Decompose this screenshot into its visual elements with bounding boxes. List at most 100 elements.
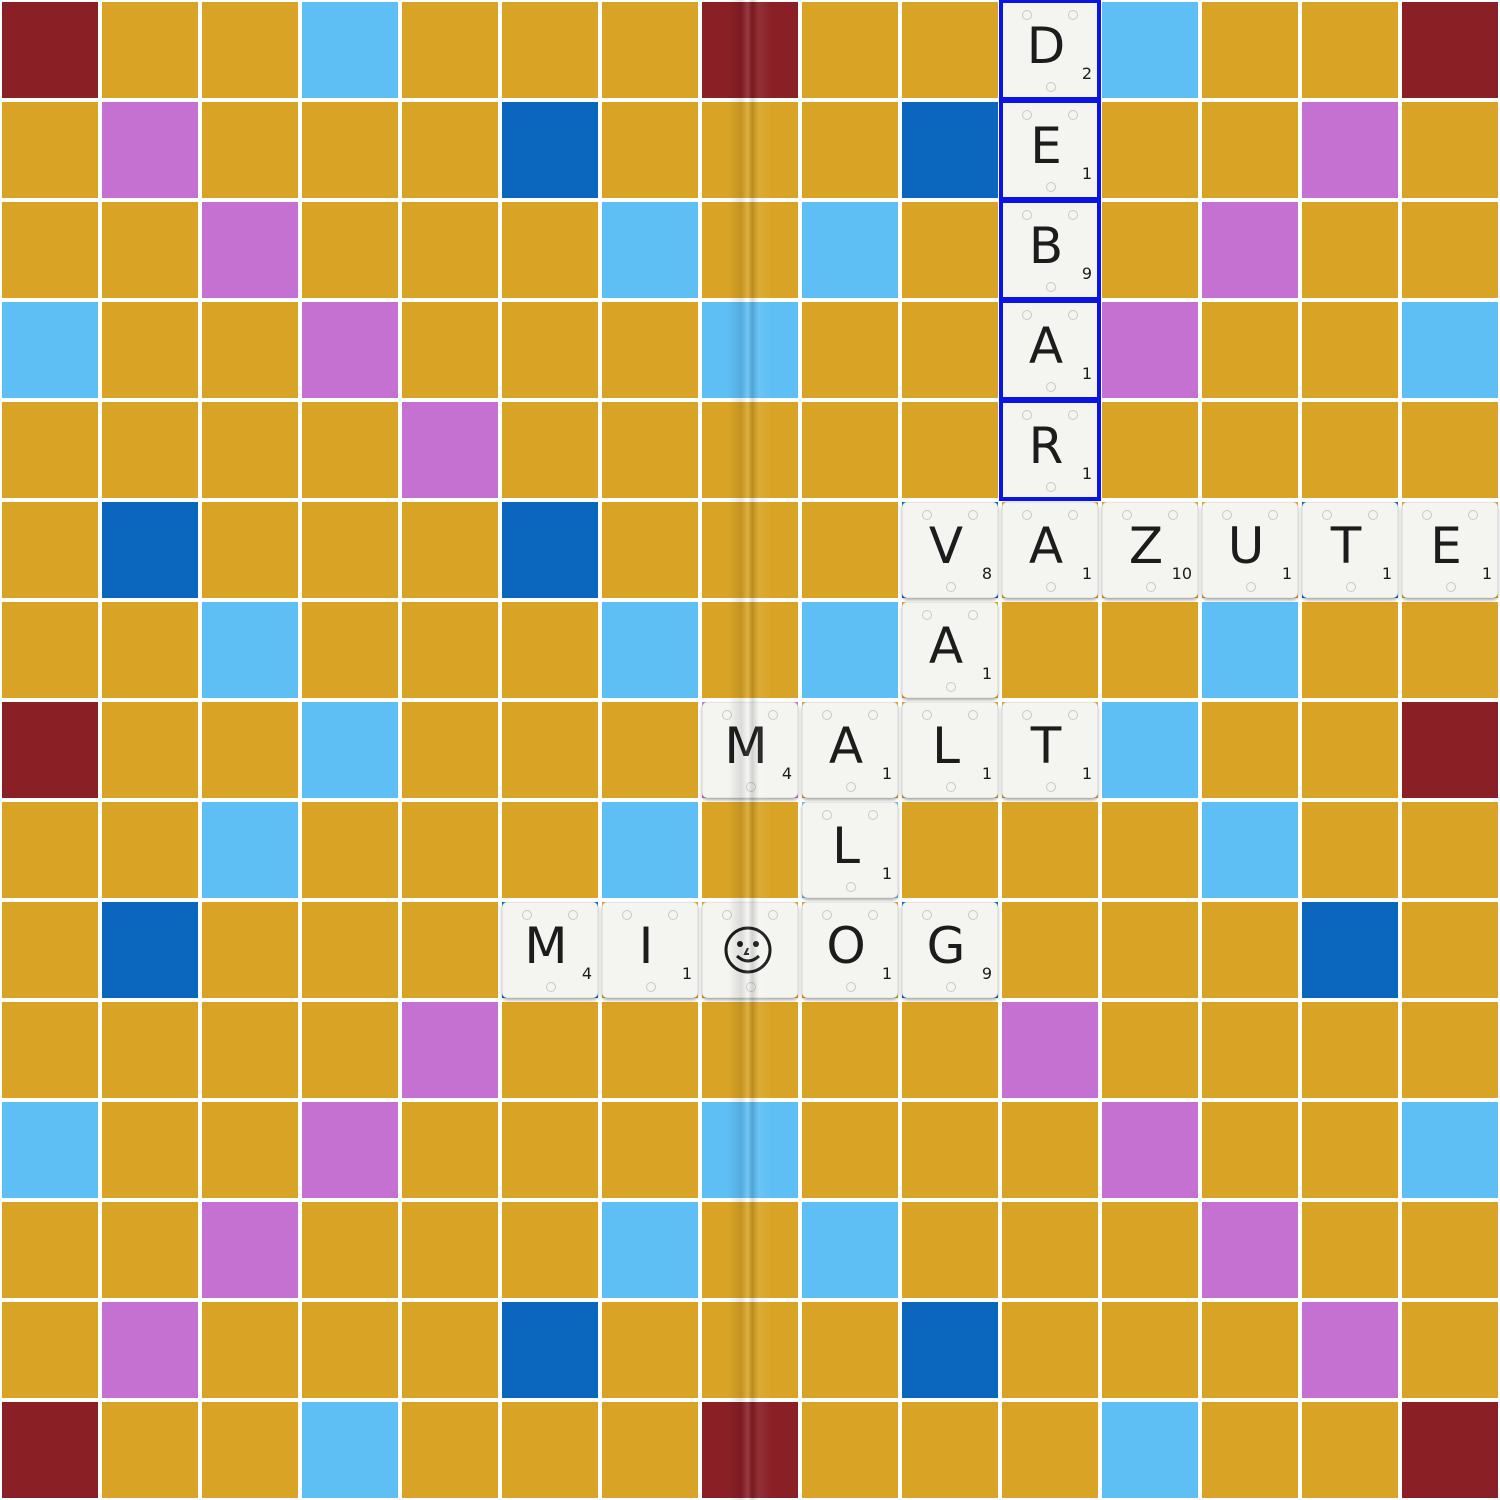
- board-square-normal[interactable]: [1202, 302, 1298, 398]
- board-square-normal[interactable]: [402, 602, 498, 698]
- board-square-dark-blue[interactable]: [502, 1302, 598, 1398]
- board-square-normal[interactable]: [2, 802, 98, 898]
- letter-tile[interactable]: A1: [999, 299, 1101, 401]
- board-square-normal[interactable]: [902, 1102, 998, 1198]
- board-square-normal[interactable]: [1202, 2, 1298, 98]
- board-square-normal[interactable]: [902, 802, 998, 898]
- board-square-normal[interactable]: [1402, 1302, 1498, 1398]
- board-square-normal[interactable]: [502, 702, 598, 798]
- board-square-normal[interactable]: [802, 1002, 898, 1098]
- board-square-normal[interactable]: [702, 802, 798, 898]
- board-square-red[interactable]: [2, 2, 98, 98]
- board-square-normal[interactable]: [1202, 402, 1298, 498]
- board-square-normal[interactable]: [1302, 1102, 1398, 1198]
- board-square-normal[interactable]: [1002, 1302, 1098, 1398]
- board-square-light-blue[interactable]: [602, 602, 698, 698]
- board-square-normal[interactable]: [602, 402, 698, 498]
- board-square-normal[interactable]: [102, 1002, 198, 1098]
- board-square-red[interactable]: [2, 702, 98, 798]
- board-square-normal[interactable]: [1002, 1402, 1098, 1498]
- letter-tile[interactable]: A1: [902, 602, 998, 698]
- board-square-dark-blue[interactable]: [902, 102, 998, 198]
- board-square-normal[interactable]: [302, 102, 398, 198]
- board-square-normal[interactable]: [102, 402, 198, 498]
- board-square-normal[interactable]: [402, 102, 498, 198]
- letter-tile[interactable]: E1: [1402, 502, 1498, 598]
- board-square-normal[interactable]: [702, 602, 798, 698]
- board-square-light-blue[interactable]: [1102, 702, 1198, 798]
- board-square-normal[interactable]: [402, 1302, 498, 1398]
- board-square-normal[interactable]: [2, 202, 98, 298]
- letter-tile[interactable]: B9: [999, 199, 1101, 301]
- board-square-normal[interactable]: [1202, 902, 1298, 998]
- board-square-normal[interactable]: [702, 202, 798, 298]
- board-square-normal[interactable]: [602, 2, 698, 98]
- board-square-normal[interactable]: [902, 302, 998, 398]
- board-square-normal[interactable]: [302, 502, 398, 598]
- board-square-pink[interactable]: [1102, 302, 1198, 398]
- board-square-normal[interactable]: [2, 1302, 98, 1398]
- board-square-pink[interactable]: [202, 202, 298, 298]
- letter-tile[interactable]: M4: [502, 902, 598, 998]
- board-square-light-blue[interactable]: [1402, 302, 1498, 398]
- board-square-red[interactable]: [1402, 2, 1498, 98]
- board-square-normal[interactable]: [402, 802, 498, 898]
- board-square-normal[interactable]: [402, 302, 498, 398]
- board-square-normal[interactable]: [302, 802, 398, 898]
- board-square-normal[interactable]: [2, 102, 98, 198]
- board-square-pink[interactable]: [1302, 102, 1398, 198]
- board-square-normal[interactable]: [502, 402, 598, 498]
- letter-tile[interactable]: G9: [902, 902, 998, 998]
- board-square-dark-blue[interactable]: [502, 102, 598, 198]
- board-square-normal[interactable]: [1202, 1102, 1298, 1198]
- board-square-light-blue[interactable]: [602, 202, 698, 298]
- board-square-normal[interactable]: [302, 402, 398, 498]
- board-square-normal[interactable]: [1002, 1102, 1098, 1198]
- board-square-normal[interactable]: [2, 902, 98, 998]
- board-square-normal[interactable]: [702, 1302, 798, 1398]
- board-square-normal[interactable]: [502, 1202, 598, 1298]
- board-square-normal[interactable]: [402, 502, 498, 598]
- board-square-normal[interactable]: [202, 702, 298, 798]
- board-square-normal[interactable]: [102, 802, 198, 898]
- board-square-normal[interactable]: [2, 502, 98, 598]
- board-square-normal[interactable]: [1102, 802, 1198, 898]
- letter-tile[interactable]: D2: [999, 0, 1101, 101]
- board-square-normal[interactable]: [502, 1002, 598, 1098]
- board-square-light-blue[interactable]: [802, 602, 898, 698]
- board-square-normal[interactable]: [602, 1402, 698, 1498]
- board-square-normal[interactable]: [802, 302, 898, 398]
- board-square-normal[interactable]: [302, 602, 398, 698]
- board-square-normal[interactable]: [1202, 1002, 1298, 1098]
- board-square-light-blue[interactable]: [702, 302, 798, 398]
- board-square-pink[interactable]: [402, 1002, 498, 1098]
- board-square-normal[interactable]: [1402, 602, 1498, 698]
- board-square-normal[interactable]: [302, 1302, 398, 1398]
- board-square-normal[interactable]: [902, 1002, 998, 1098]
- board-square-light-blue[interactable]: [602, 1202, 698, 1298]
- board-square-normal[interactable]: [1202, 702, 1298, 798]
- board-square-normal[interactable]: [102, 202, 198, 298]
- board-square-normal[interactable]: [1302, 2, 1398, 98]
- board-square-normal[interactable]: [1102, 1302, 1198, 1398]
- board-square-light-blue[interactable]: [1202, 802, 1298, 898]
- board-square-normal[interactable]: [802, 2, 898, 98]
- board-square-normal[interactable]: [1302, 702, 1398, 798]
- letter-tile[interactable]: I1: [602, 902, 698, 998]
- board-square-light-blue[interactable]: [1202, 602, 1298, 698]
- board-square-normal[interactable]: [1202, 1402, 1298, 1498]
- board-square-dark-blue[interactable]: [102, 502, 198, 598]
- board-square-normal[interactable]: [402, 202, 498, 298]
- board-square-normal[interactable]: [1102, 402, 1198, 498]
- board-square-normal[interactable]: [1002, 802, 1098, 898]
- letter-tile[interactable]: A1: [802, 702, 898, 798]
- board-square-red[interactable]: [1402, 702, 1498, 798]
- board-square-normal[interactable]: [902, 1402, 998, 1498]
- board-square-pink[interactable]: [202, 1202, 298, 1298]
- board-square-normal[interactable]: [1002, 902, 1098, 998]
- board-square-normal[interactable]: [1402, 402, 1498, 498]
- board-square-normal[interactable]: [202, 1002, 298, 1098]
- board-square-normal[interactable]: [802, 1302, 898, 1398]
- board-square-normal[interactable]: [402, 2, 498, 98]
- letter-tile[interactable]: L1: [902, 702, 998, 798]
